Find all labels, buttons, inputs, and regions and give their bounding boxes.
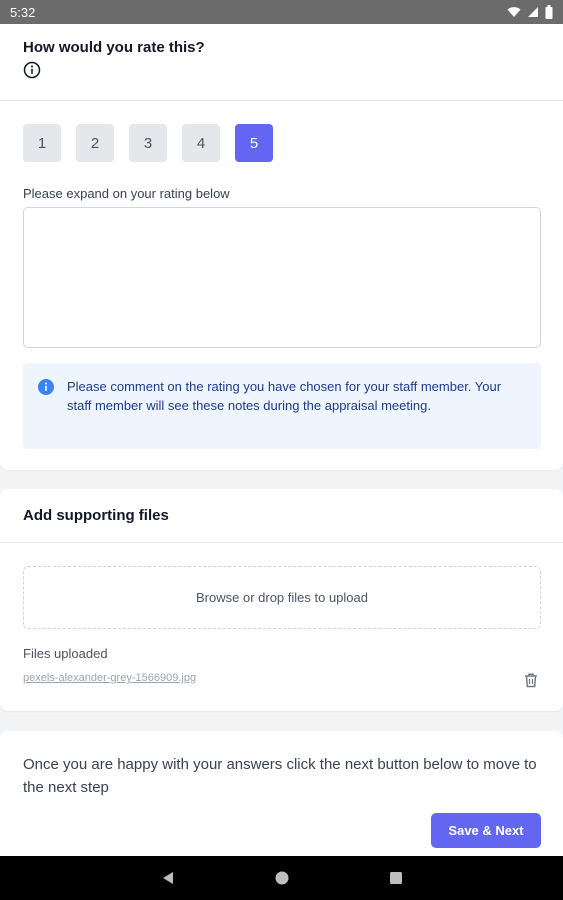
- rating-option-5[interactable]: 5: [235, 124, 273, 162]
- trash-icon[interactable]: [522, 671, 540, 689]
- rating-option-3[interactable]: 3: [129, 124, 167, 162]
- rating-option-2[interactable]: 2: [76, 124, 114, 162]
- rating-question: How would you rate this?: [23, 39, 205, 56]
- rating-info-note: Please comment on the rating you have ch…: [23, 363, 541, 449]
- home-icon[interactable]: [275, 871, 289, 885]
- rating-note-text: Please comment on the rating you have ch…: [67, 379, 502, 413]
- uploaded-file-link[interactable]: pexels-alexander-grey-1566909.jpg: [23, 672, 196, 684]
- rating-option-4[interactable]: 4: [182, 124, 220, 162]
- files-card: Add supporting files Browse or drop file…: [0, 489, 563, 711]
- recents-icon[interactable]: [389, 871, 403, 885]
- rating-options: 1 2 3 4 5: [23, 124, 273, 162]
- status-time: 5:32: [10, 4, 36, 20]
- android-nav-bar: [0, 856, 563, 900]
- files-title: Add supporting files: [0, 489, 563, 543]
- rating-option-1[interactable]: 1: [23, 124, 61, 162]
- dropzone-text: Browse or drop files to upload: [196, 590, 368, 605]
- rating-comment-textarea[interactable]: [23, 207, 541, 348]
- info-icon[interactable]: [23, 61, 41, 79]
- info-icon: [38, 379, 54, 395]
- wifi-icon: [507, 7, 521, 17]
- save-next-button[interactable]: Save & Next: [431, 813, 541, 848]
- rating-header: How would you rate this?: [0, 24, 563, 101]
- status-icons: [507, 5, 553, 19]
- signal-icon: [528, 7, 538, 17]
- next-step-card: Once you are happy with your answers cli…: [0, 731, 563, 856]
- expand-label: Please expand on your rating below: [23, 186, 230, 201]
- rating-card: How would you rate this? 1 2 3 4 5 Pleas…: [0, 24, 563, 470]
- files-uploaded-label: Files uploaded: [23, 646, 108, 661]
- back-icon[interactable]: [161, 871, 175, 885]
- next-step-text: Once you are happy with your answers cli…: [23, 756, 537, 796]
- battery-icon: [545, 5, 553, 19]
- file-dropzone[interactable]: Browse or drop files to upload: [23, 566, 541, 629]
- status-bar: 5:32: [0, 0, 563, 24]
